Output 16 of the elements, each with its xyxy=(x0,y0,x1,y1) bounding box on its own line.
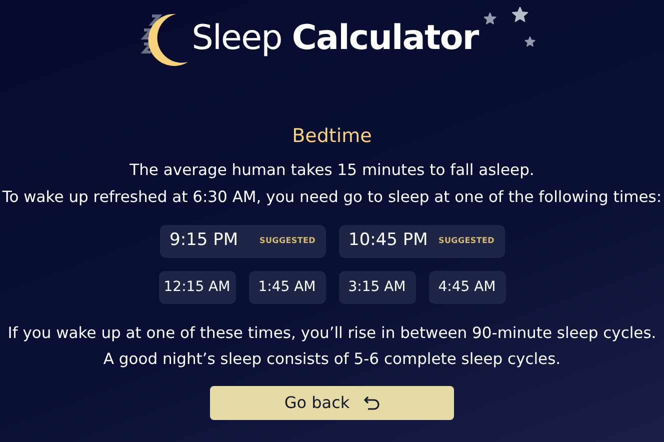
time-option[interactable]: 12:15 AM xyxy=(158,270,236,304)
note-text: If you wake up at one of these times, you’ll rise in between 90-minute sleep cycles. xyxy=(8,322,656,344)
time-option[interactable]: 4:45 AM xyxy=(428,270,506,304)
section-heading: Bedtime xyxy=(292,124,372,149)
go-back-button[interactable]: Go back xyxy=(210,386,454,420)
return-arrow-icon xyxy=(362,396,380,410)
suggested-label: SUGGESTED xyxy=(438,235,494,247)
intro-text: The average human takes 15 minutes to fall asleep. xyxy=(130,160,534,180)
time-option[interactable]: 3:15 AM xyxy=(338,270,416,304)
time-option[interactable]: 1:45 AM xyxy=(248,270,326,304)
note-text: A good night’s sleep consists of 5-6 complete sleep cycles. xyxy=(103,348,561,370)
suggested-label: SUGGESTED xyxy=(260,235,316,247)
app-title: Sleep Calculator xyxy=(192,16,478,60)
time-option[interactable]: 10:45 PM SUGGESTED xyxy=(338,224,504,258)
intro-text: To wake up refreshed at 6:30 AM, you need go to sleep at one of the following times: xyxy=(2,186,662,208)
time-option[interactable]: 9:15 PM SUGGESTED xyxy=(160,224,326,258)
